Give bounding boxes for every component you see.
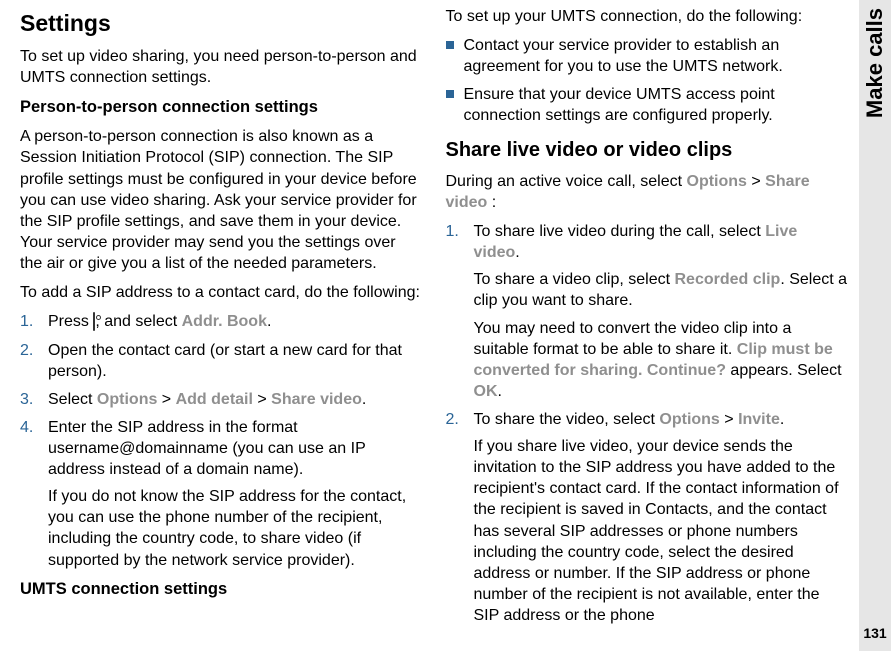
- bullet-2: Ensure that your device UMTS access poin…: [446, 84, 848, 126]
- section-label: Make calls: [862, 8, 888, 118]
- step-number: 1.: [446, 221, 464, 242]
- step-4b-text: If you do not know the SIP address for t…: [20, 486, 422, 570]
- bullet-2-text: Ensure that your device UMTS access poin…: [464, 84, 848, 126]
- p2p-subhead: Person-to-person connection settings: [20, 97, 422, 119]
- page: Settings To set up video sharing, you ne…: [0, 0, 891, 651]
- step-2-text: Open the contact card (or start a new ca…: [48, 340, 422, 382]
- bullet-icon: [446, 90, 454, 98]
- add-sip-intro: To add a SIP address to a contact card, …: [20, 282, 422, 303]
- share-1c: You may need to convert the video clip i…: [446, 318, 848, 402]
- right-column: To set up your UMTS connection, do the f…: [432, 6, 858, 645]
- left-column: Settings To set up video sharing, you ne…: [10, 6, 432, 645]
- share-2a: To share the video, select Options > Inv…: [474, 409, 785, 430]
- share-2b: If you share live video, your device sen…: [446, 436, 848, 626]
- step-number: 2.: [446, 409, 464, 430]
- share-step-1: 1. To share live video during the call, …: [446, 221, 848, 402]
- step-2: 2. Open the contact card (or start a new…: [20, 340, 422, 382]
- share-steps-list: 1. To share live video during the call, …: [446, 221, 848, 626]
- share-1a: To share live video during the call, sel…: [474, 221, 848, 263]
- p2p-para: A person-to-person connection is also kn…: [20, 126, 422, 274]
- umts-intro: To set up your UMTS connection, do the f…: [446, 6, 848, 27]
- share-heading: Share live video or video clips: [446, 137, 848, 163]
- step-number: 2.: [20, 340, 38, 361]
- share-intro: During an active voice call, select Opti…: [446, 171, 848, 213]
- page-number: 131: [863, 625, 886, 641]
- step-4: 4. Enter the SIP address in the format u…: [20, 417, 422, 571]
- step-1: 1. Press , and select Addr. Book.: [20, 311, 422, 332]
- step-4a-text: Enter the SIP address in the format user…: [48, 417, 422, 480]
- share-step-2: 2. To share the video, select Options > …: [446, 409, 848, 626]
- step-number: 1.: [20, 311, 38, 332]
- step-3: 3. Select Options > Add detail > Share v…: [20, 389, 422, 410]
- sip-steps-list: 1. Press , and select Addr. Book. 2. Ope…: [20, 311, 422, 570]
- settings-heading: Settings: [20, 8, 422, 38]
- step-1-text: Press , and select Addr. Book.: [48, 311, 271, 332]
- step-number: 3.: [20, 389, 38, 410]
- umts-subhead: UMTS connection settings: [20, 579, 422, 601]
- bullet-1: Contact your service provider to establi…: [446, 35, 848, 77]
- umts-bullets: Contact your service provider to establi…: [446, 35, 848, 126]
- content-columns: Settings To set up video sharing, you ne…: [0, 0, 859, 651]
- bullet-1-text: Contact your service provider to establi…: [464, 35, 848, 77]
- sidebar-tab: Make calls 131: [859, 0, 891, 651]
- bullet-icon: [446, 41, 454, 49]
- intro-para: To set up video sharing, you need person…: [20, 46, 422, 88]
- step-3-text: Select Options > Add detail > Share vide…: [48, 389, 366, 410]
- step-number: 4.: [20, 417, 38, 438]
- share-1b: To share a video clip, select Recorded c…: [446, 269, 848, 311]
